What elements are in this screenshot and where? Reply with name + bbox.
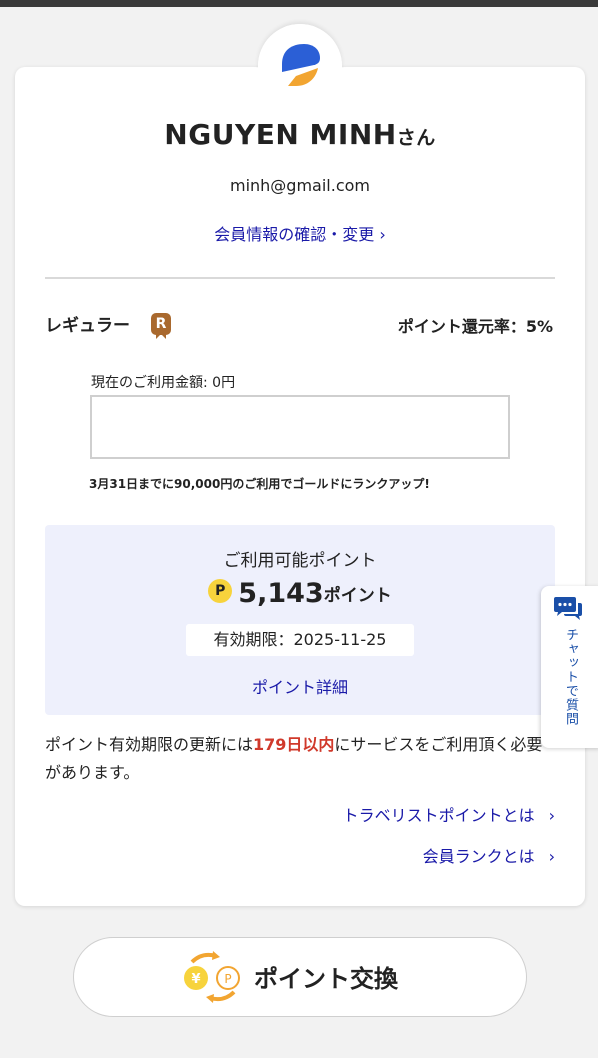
rankup-note: 3月31日までに90,000円のご利用でゴールドにランクアップ! [89, 477, 430, 491]
point-exchange-label: ポイント交換 [254, 965, 398, 993]
chat-button[interactable]: チャットで質問 [541, 586, 598, 748]
logo-mark-icon [282, 44, 320, 86]
divider [45, 277, 555, 279]
chat-label: チャットで質問 [563, 628, 578, 726]
about-rank-link[interactable]: 会員ランクとは › [423, 843, 555, 867]
return-rate: ポイント還元率：5% [397, 317, 553, 336]
logo-front [258, 24, 342, 108]
point-coin-icon: P [208, 578, 233, 603]
user-email: minh@gmail.com [229, 176, 370, 195]
chevron-right-icon: › [548, 847, 555, 866]
point-exchange-button[interactable]: ¥ P ポイント交換 [73, 937, 527, 1017]
points-expiry: 有効期限：2025-11-25 [186, 624, 414, 656]
notice-highlight: 179日以内 [253, 735, 335, 754]
user-name-text: NGUYEN MINH [164, 118, 397, 151]
points-value: 5,143 [238, 578, 324, 609]
user-name: NGUYEN MINHさん [15, 118, 585, 151]
usage-amount-label: 現在のご利用金額: 0円 [91, 375, 236, 391]
about-points-link[interactable]: トラベリストポイントとは › [343, 802, 555, 826]
notice-before: ポイント有効期限の更新には [45, 735, 254, 754]
svg-text:¥: ¥ [191, 972, 200, 987]
honorific: さん [396, 127, 436, 149]
points-panel: ご利用可能ポイント P 5,143ポイント 有効期限：2025-11-25 ポイン… [45, 525, 555, 715]
chevron-right-icon: › [548, 806, 555, 825]
expiry-notice: ポイント有効期限の更新には179日以内にサービスをご利用頂く必要があります。 [45, 731, 555, 787]
top-bar [0, 0, 598, 7]
points-row: P 5,143ポイント [45, 578, 555, 609]
member-info-link[interactable]: 会員情報の確認・変更 › [15, 221, 585, 245]
rank-badge-icon: R [151, 313, 171, 339]
rank-progress-bar [90, 395, 510, 459]
yen-point-exchange-icon: ¥ P [184, 951, 240, 1003]
points-unit: ポイント [323, 586, 392, 606]
available-points-label: ご利用可能ポイント [223, 551, 377, 571]
about-points-label: トラベリストポイントとは [342, 806, 535, 825]
chat-bubble-icon [554, 597, 582, 620]
rank-name: レギュラー [45, 316, 130, 336]
about-rank-label: 会員ランクとは [422, 847, 535, 866]
svg-text:P: P [224, 972, 231, 986]
points-detail-link[interactable]: ポイント詳細 [45, 674, 555, 698]
